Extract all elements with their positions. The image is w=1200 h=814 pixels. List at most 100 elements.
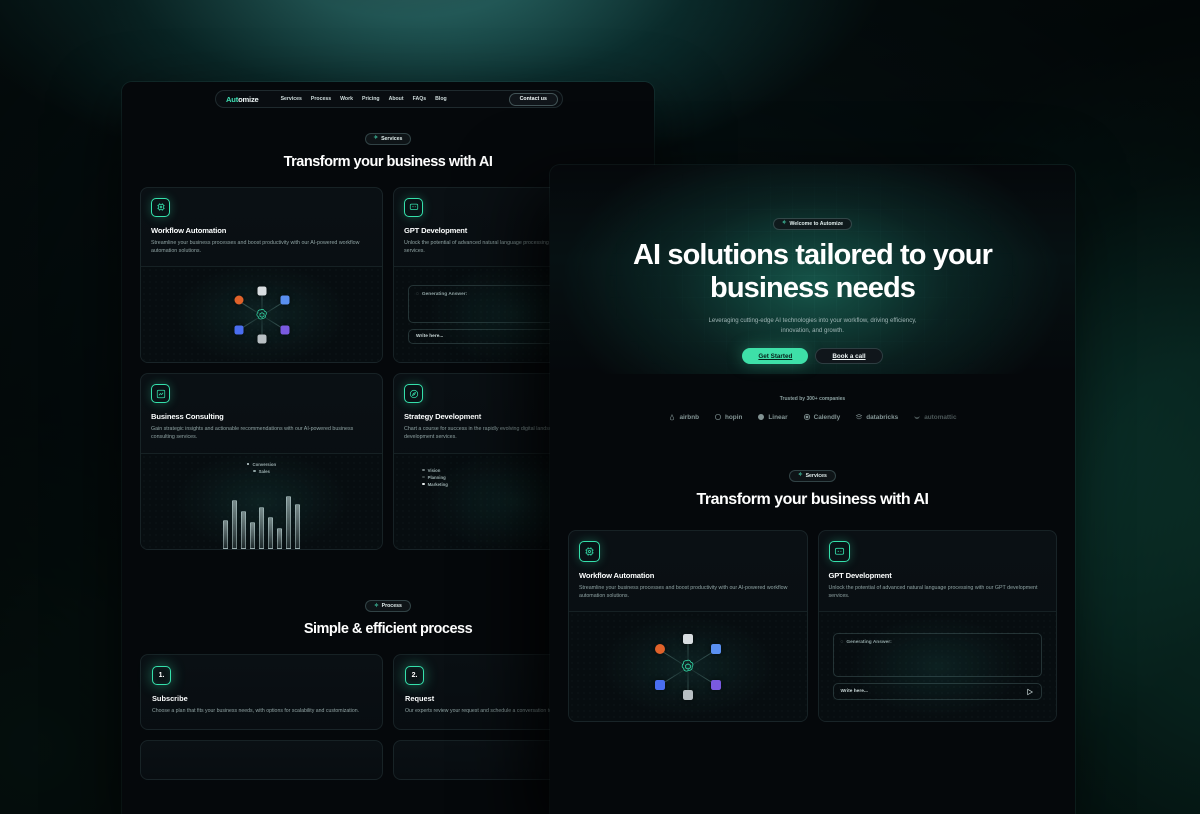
client-logo-row: airbnb hopin Linear Calendly databricks [550,413,1075,421]
process-card-subscribe[interactable]: 1. Subscribe Choose a plan that fits you… [140,654,383,731]
trusted-by-label: Trusted by 300+ companies [779,396,846,403]
hub-node-3 [682,689,693,700]
hub-node-4 [234,325,243,335]
card-visual-bar-chart: Conversion Sales [141,452,382,549]
page-title: AI solutions tailored to your business n… [633,238,993,304]
bar-chart: Conversion Sales [141,454,382,549]
hero-welcome-badge: ✧ Welcome to Automize [772,217,853,230]
hub-node-1 [280,295,289,305]
hero-badge-label: Welcome to Automize [789,220,844,227]
legend-label: Conversion [252,461,277,467]
loading-icon: ◌ [840,640,844,646]
client-logo-label: Linear [768,413,788,421]
sparkle-icon: ✧ [781,220,787,226]
process-badge: ✧ Process [365,600,411,613]
services-section-front: ✧ Services Transform your business with … [550,437,1075,723]
card-head: Workflow Automation Streamline your busi… [141,188,382,266]
chat-input-placeholder: Write here... [840,689,868,695]
services-badge-label: Services [381,135,403,142]
nav-item-services[interactable]: Services [281,96,302,102]
chat-answer-label: Generating Answer: [846,640,892,646]
chart-line-icon [151,384,170,404]
legend-label: Marketing [427,481,448,487]
step-title: Subscribe [152,694,188,704]
linear-icon [758,414,765,421]
nav-item-faqs[interactable]: FAQs [413,96,427,102]
card-head: GPT Development Unlock the potential of … [819,531,1057,611]
card-head: Business Consulting Gain strategic insig… [141,374,382,452]
nav-links-back[interactable]: Services Process Work Pricing About FAQs… [281,96,447,102]
hub-node-0 [682,633,693,644]
airbnb-icon [670,414,675,421]
client-logo-databricks: databricks [855,413,898,421]
service-card-gpt-development[interactable]: GPT Development Unlock the potential of … [817,530,1057,723]
compass-icon [404,384,423,404]
sparkle-icon: ✧ [373,135,379,141]
automattic-icon [914,416,920,420]
logo-suffix: omize [238,94,259,104]
databricks-icon [855,414,863,420]
nav-item-blog[interactable]: Blog [435,96,447,102]
nav-item-work[interactable]: Work [340,96,353,102]
hub-node-0 [257,286,266,296]
hub-node-3 [257,334,266,344]
legend-label: Sales [258,468,270,474]
hub-node-5 [654,643,665,654]
service-card-business-consulting[interactable]: Business Consulting Gain strategic insig… [140,373,383,550]
hero-section: ✧ Welcome to Automize AI solutions tailo… [550,165,1075,374]
hub-diagram [569,612,807,721]
hub-node-4 [654,679,665,690]
card-title: GPT Development [828,571,892,580]
chat-input-row[interactable]: Write here... [832,683,1042,701]
client-logo-label: databricks [866,413,899,421]
client-logo-airbnb: airbnb [668,413,699,421]
calendly-icon [803,414,810,421]
chat-mock: ◌ Generating Answer: Write here... [819,612,1057,721]
hopin-icon [715,414,721,421]
card-desc: Gain strategic insights and actionable r… [151,426,354,441]
legend-label: Planning [427,474,446,480]
legend-item: Conversion [246,461,277,467]
logo-prefix: Aut [226,94,239,104]
logo-automize[interactable]: Automize [226,95,259,104]
sparkle-icon: ✧ [798,472,803,479]
client-logo-calendly: Calendly [803,413,841,421]
navbar-back[interactable]: Automize Services Process Work Pricing A… [215,90,563,108]
nav-item-process[interactable]: Process [311,96,331,102]
chat-answer-box: ◌ Generating Answer: [832,633,1042,678]
nav-item-pricing[interactable]: Pricing [362,96,380,102]
services-badge-label: Services [805,473,827,479]
chat-icon [404,197,423,217]
card-title: Workflow Automation [579,571,655,580]
get-started-button[interactable]: Get Started [742,348,809,365]
card-desc: Unlock the potential of advanced natural… [828,585,1038,600]
contact-us-button[interactable]: Contact us [508,92,558,106]
service-card-workflow-automation[interactable]: Workflow Automation Streamline your busi… [568,530,808,723]
trusted-by-section: Trusted by 300+ companies airbnb hopin L… [550,374,1075,438]
book-a-call-button[interactable]: Book a call [815,348,883,365]
client-logo-label: automattic [924,413,957,421]
hub-node-5 [234,295,243,305]
legend-item: Planning [422,475,448,480]
services-heading-front: Transform your business with AI [696,491,929,508]
client-logo-label: Calendly [813,413,841,421]
card-head: Workflow Automation Streamline your busi… [569,531,807,611]
sparkle-icon: ✧ [374,602,379,609]
chart-bars [155,480,368,549]
chip-icon [151,197,170,217]
chart-legend: Vision Planning Marketing [422,468,448,487]
loading-icon: ◌ [416,292,419,298]
nav-item-about[interactable]: About [389,96,404,102]
hero-cta-group: Get Started Book a call [550,348,1075,365]
card-title: Workflow Automation [151,225,227,235]
legend-item: Vision [422,468,448,473]
services-badge-back: ✧ Services [364,132,412,145]
chart-legend: Conversion Sales [151,462,372,474]
browser-window-front[interactable]: Automize Services Process Work Pricing A… [550,165,1075,814]
send-icon[interactable] [1026,688,1034,696]
services-badge-front: ✧ Services [789,470,836,482]
client-logo-automattic: automattic [913,413,957,421]
service-card-workflow-automation[interactable]: Workflow Automation Streamline your busi… [140,186,383,364]
step-desc: Choose a plan that fits your business ne… [152,708,360,715]
process-card-partial-3[interactable] [140,740,383,781]
